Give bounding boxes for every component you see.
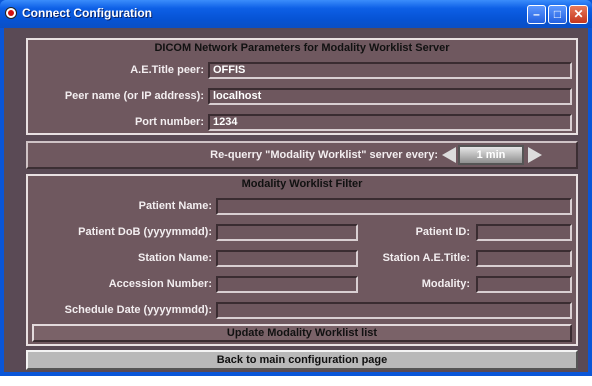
station-ae-title-label: Station A.E.Title: xyxy=(382,252,470,264)
port-number-field[interactable]: 1234 xyxy=(208,114,572,131)
title-bar[interactable]: Connect Configuration – □ ✕ xyxy=(0,0,592,28)
peer-name-field[interactable]: localhost xyxy=(208,88,572,105)
peer-name-label: Peer name (or IP address): xyxy=(64,90,204,102)
minimize-button[interactable]: – xyxy=(527,5,546,24)
ae-title-field[interactable]: OFFIS xyxy=(208,62,572,79)
port-number-label: Port number: xyxy=(134,116,204,128)
window-title: Connect Configuration xyxy=(22,6,152,20)
close-button[interactable]: ✕ xyxy=(569,5,588,24)
maximize-icon: □ xyxy=(553,7,562,21)
requery-bar: Re-querry "Modality Worklist" server eve… xyxy=(26,141,578,169)
patient-id-label: Patient ID: xyxy=(415,226,470,238)
network-panel-title: DICOM Network Parameters for Modality Wo… xyxy=(154,42,450,54)
patient-id-field[interactable] xyxy=(476,224,572,241)
minimize-icon: – xyxy=(533,7,540,21)
station-name-label: Station Name: xyxy=(138,252,212,264)
close-icon: ✕ xyxy=(573,7,584,21)
accession-number-label: Accession Number: xyxy=(108,278,212,290)
app-icon xyxy=(5,7,17,19)
filter-panel-title: Modality Worklist Filter xyxy=(241,178,363,190)
back-to-main-button[interactable]: Back to main configuration page xyxy=(26,350,578,370)
patient-name-label: Patient Name: xyxy=(138,200,212,212)
schedule-date-label: Schedule Date (yyyymmdd): xyxy=(64,304,212,316)
network-parameters-panel: DICOM Network Parameters for Modality Wo… xyxy=(26,38,578,135)
client-area: DICOM Network Parameters for Modality Wo… xyxy=(4,28,588,372)
update-worklist-button[interactable]: Update Modality Worklist list xyxy=(32,324,572,342)
station-ae-title-field[interactable] xyxy=(476,250,572,267)
schedule-date-field[interactable] xyxy=(216,302,572,319)
patient-name-field[interactable] xyxy=(216,198,572,215)
worklist-filter-panel: Modality Worklist Filter Patient Name: P… xyxy=(26,174,578,346)
requery-label: Re-querry "Modality Worklist" server eve… xyxy=(210,149,438,161)
accession-number-field[interactable] xyxy=(216,276,358,293)
requery-interval-value[interactable]: 1 min xyxy=(458,145,524,165)
connect-configuration-window: Connect Configuration – □ ✕ DICOM Networ… xyxy=(0,0,592,376)
patient-dob-label: Patient DoB (yyyymmdd): xyxy=(78,226,212,238)
ae-title-label: A.E.Title peer: xyxy=(130,64,204,76)
station-name-field[interactable] xyxy=(216,250,358,267)
patient-dob-field[interactable] xyxy=(216,224,358,241)
decrease-arrow-icon[interactable] xyxy=(442,147,456,163)
increase-arrow-icon[interactable] xyxy=(528,147,542,163)
modality-field[interactable] xyxy=(476,276,572,293)
modality-label: Modality: xyxy=(421,278,470,290)
maximize-button[interactable]: □ xyxy=(548,5,567,24)
